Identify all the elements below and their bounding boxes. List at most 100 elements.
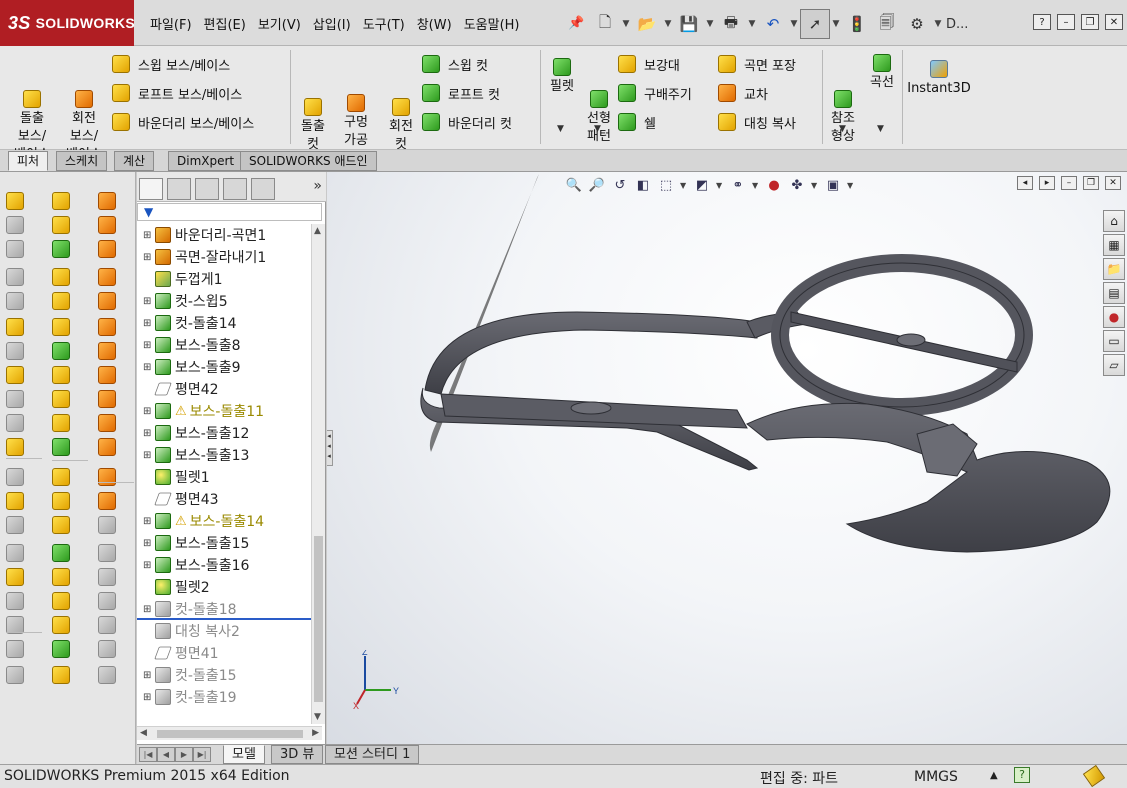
toolbar-tool-icon[interactable] [6,216,24,234]
wrap-button[interactable]: 곡면 포장 [718,52,796,76]
toolbar-tool-icon[interactable] [52,192,70,210]
tab-features[interactable]: 피처 [8,151,49,171]
toolbar-tool-icon[interactable] [98,318,116,336]
reference-geometry-button[interactable]: 참조 형상 [826,54,860,164]
toolbar-tool-icon[interactable] [6,544,24,562]
feature-tree-tab[interactable] [139,178,163,200]
viewport-split-right-icon[interactable]: ▸ [1039,176,1055,190]
menu-window[interactable]: 창(W) [411,14,458,33]
toolbar-tool-icon[interactable] [98,468,116,486]
tree-filter-bar[interactable]: ▼ [137,203,322,221]
toolbar-tool-icon[interactable] [98,568,116,586]
previous-view-icon[interactable]: ↺ [611,176,629,194]
expand-icon[interactable]: ⊞ [143,296,155,307]
toolbar-tool-icon[interactable] [52,268,70,286]
tab-dimxpert[interactable]: DimXpert [168,151,244,171]
open-folder-icon[interactable]: 📂 [632,9,662,39]
toolbar-tool-icon[interactable] [52,366,70,384]
toolbar-tool-icon[interactable] [52,292,70,310]
expand-icon[interactable]: ⊞ [143,252,155,263]
tab-sketch[interactable]: 스케치 [56,151,108,171]
toolbar-tool-icon[interactable] [52,592,70,610]
viewport-minimize-button[interactable]: – [1061,176,1077,190]
expand-icon[interactable]: ⊞ [143,560,155,571]
toolbar-tool-icon[interactable] [98,342,116,360]
chevron-down-icon[interactable]: ▼ [752,181,760,190]
expand-icon[interactable]: ⊞ [143,340,155,351]
fillet-button[interactable]: 필렛 [546,58,578,96]
curves-button[interactable]: 곡선 [866,54,898,92]
chevron-down-icon[interactable]: ▼ [877,124,884,134]
boundary-cut-button[interactable]: 바운더리 컷 [422,110,512,134]
toolbar-tool-icon[interactable] [6,516,24,534]
scroll-down-icon[interactable]: ▼ [314,712,321,722]
toolbar-tool-icon[interactable] [52,616,70,634]
sweep-boss-button[interactable]: 스윕 보스/베이스 [112,52,230,76]
select-arrow-icon[interactable]: ➚ [800,9,830,39]
toolbar-tool-icon[interactable] [98,666,116,684]
expand-icon[interactable]: ⊞ [143,318,155,329]
chevron-up-icon[interactable]: ▲ [990,770,998,781]
toolbar-tool-icon[interactable] [98,414,116,432]
options-gear-icon[interactable]: ⚙ [902,9,932,39]
viewport-split-left-icon[interactable]: ◂ [1017,176,1033,190]
toolbar-tool-icon[interactable] [98,240,116,258]
rib-button[interactable]: 보강대 [618,52,680,76]
next-tab-icon[interactable]: ▶ [175,747,193,762]
graphics-viewport[interactable]: 🔍 🔎 ↺ ◧ ⬚ ▼ ◩ ▼ ⚭ ▼ ● ✤ ▼ ▣ ▼ ◂ ▸ – ❐ ✕ ⌂ ▦ 📁… [327,172,1127,764]
tab-motion-study[interactable]: 모션 스터디 1 [325,745,420,764]
display-manager-tab[interactable] [251,178,275,200]
scroll-left-icon[interactable]: ◀ [140,728,147,738]
view-settings-icon[interactable]: ▣ [824,176,842,194]
chevron-down-icon[interactable]: ▼ [811,181,819,190]
toolbar-tool-icon[interactable] [52,568,70,586]
tree-item[interactable]: ⊞ 보스-돌출9 [137,356,311,378]
view-orientation-icon[interactable]: ⬚ [657,176,675,194]
toolbar-tool-icon[interactable] [6,492,24,510]
chevron-down-icon[interactable]: ▼ [746,19,758,29]
menu-edit[interactable]: 편집(E) [198,14,252,33]
3d-model-render[interactable] [327,172,1127,764]
tab-model[interactable]: 모델 [223,745,265,764]
toolbar-tool-icon[interactable] [6,640,24,658]
tree-horizontal-scrollbar[interactable]: ◀ ▶ [137,726,322,740]
tab-3d-view[interactable]: 3D 뷰 [271,745,324,764]
boundary-boss-button[interactable]: 바운더리 보스/베이스 [112,110,254,134]
tree-item[interactable]: 대칭 복사2 [137,620,311,642]
scroll-thumb[interactable] [314,536,323,702]
toolbar-tool-icon[interactable] [6,468,24,486]
toolbar-tool-icon[interactable] [6,438,24,456]
tree-item[interactable]: 평면41 [137,642,311,664]
tree-item[interactable]: ⊞ 보스-돌출15 [137,532,311,554]
toolbar-tool-icon[interactable] [6,568,24,586]
tree-item[interactable]: ⊞ 보스-돌출8 [137,334,311,356]
view-palette-icon[interactable]: ▤ [1103,282,1125,304]
loft-cut-button[interactable]: 로프트 컷 [422,81,500,105]
linear-pattern-button[interactable]: 선형 패턴 [582,54,616,164]
forum-icon[interactable]: ▱ [1103,354,1125,376]
toolbar-tool-icon[interactable] [98,268,116,286]
chevron-down-icon[interactable]: ▼ [932,19,944,29]
tree-item[interactable]: 두껍게1 [137,268,311,290]
save-icon[interactable]: 💾 [674,9,704,39]
close-button[interactable]: ✕ [1105,14,1123,30]
toolbar-tool-icon[interactable] [52,468,70,486]
toolbar-tool-icon[interactable] [6,366,24,384]
filter-icon[interactable]: ▼ [144,205,153,219]
sweep-cut-button[interactable]: 스윕 컷 [422,52,488,76]
toolbar-tool-icon[interactable] [52,240,70,258]
panel-collapse-handle[interactable]: ◂ ◂ ◂ [327,430,333,466]
toolbar-tool-icon[interactable] [98,616,116,634]
pin-icon[interactable]: 📌 [568,16,584,31]
chevron-down-icon[interactable]: ▼ [704,19,716,29]
toolbar-tool-icon[interactable] [98,492,116,510]
expand-icon[interactable]: ⊞ [143,406,155,417]
appearances-icon[interactable]: ● [1103,306,1125,328]
toolbar-tool-icon[interactable] [6,240,24,258]
chevron-down-icon[interactable]: ▼ [680,181,688,190]
chevron-down-icon[interactable]: ▼ [830,19,842,29]
toolbar-tool-icon[interactable] [6,592,24,610]
display-style-icon[interactable]: ◩ [693,176,711,194]
menu-tools[interactable]: 도구(T) [357,14,411,33]
toolbar-tool-icon[interactable] [98,216,116,234]
